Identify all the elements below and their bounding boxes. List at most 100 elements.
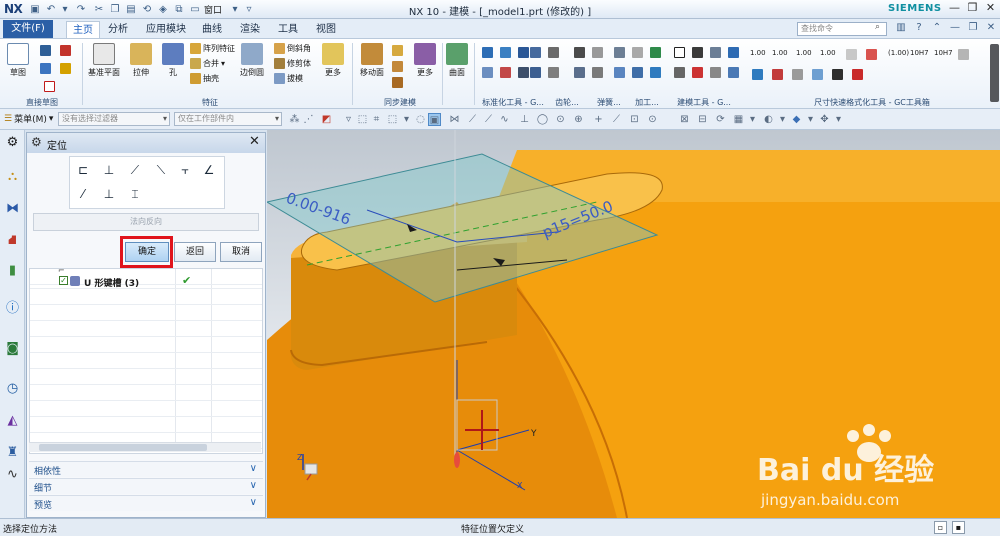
gear-tool-icon-2[interactable]: [548, 47, 559, 58]
section-preview[interactable]: 预览 ∨: [29, 495, 263, 511]
render-style-icon[interactable]: ▣: [428, 113, 441, 126]
type-filter-dropdown[interactable]: 没有选择过滤器: [58, 112, 170, 126]
datum-plane-button[interactable]: 基准平面: [88, 43, 120, 78]
view-orient-dropdown-icon[interactable]: ▾: [804, 113, 817, 126]
command-finder-input[interactable]: 查找命令: [797, 22, 887, 36]
perpendicular-dim-icon[interactable]: ⟍: [152, 161, 170, 179]
snap-existing-point-icon[interactable]: +: [592, 113, 605, 126]
zoom-icon[interactable]: ⊟: [696, 113, 709, 126]
model-tool-icon-4[interactable]: [728, 47, 739, 58]
snap-icon-2[interactable]: ⋰: [302, 113, 315, 126]
select-edge-icon[interactable]: ▾: [400, 113, 413, 126]
copy-icon[interactable]: ❐: [108, 2, 122, 16]
machining-tool-icon-2[interactable]: [632, 47, 643, 58]
snap-icon-1[interactable]: ⁂: [288, 113, 301, 126]
feature-list[interactable]: ⌐ ✓ U 形键槽 (3) ✔: [29, 266, 263, 454]
view-orient-icon[interactable]: ◆: [790, 113, 803, 126]
more-sync-button[interactable]: 更多: [414, 43, 436, 78]
tol-label-7[interactable]: 10H7: [934, 49, 953, 57]
model-tool-icon-1[interactable]: [674, 47, 685, 58]
point-on-line-icon[interactable]: ⊥: [100, 185, 118, 203]
tol-label-5[interactable]: (1.00): [888, 49, 909, 57]
scrollbar-thumb[interactable]: [39, 444, 207, 451]
dim-tool-icon-2[interactable]: [866, 49, 877, 60]
model-tool-icon-6[interactable]: [692, 67, 703, 78]
select-feature-icon[interactable]: ◩: [320, 113, 333, 126]
extrude-button[interactable]: 拉伸: [130, 43, 152, 78]
sketch-rect-icon[interactable]: [44, 81, 55, 92]
draft-button[interactable]: 拔模: [274, 73, 303, 84]
surface-button[interactable]: 曲面: [446, 43, 468, 78]
gear-icon[interactable]: ⚙: [31, 135, 42, 149]
touch-mode-icon[interactable]: ◈: [156, 2, 170, 16]
checkbox-icon[interactable]: ✓: [59, 276, 68, 285]
snap-midpoint-icon[interactable]: ⟋: [482, 113, 495, 126]
tab-applications[interactable]: 应用模块: [140, 21, 192, 38]
std-part-icon-5[interactable]: [500, 67, 511, 78]
constraint-navigator-icon[interactable]: ⧓: [4, 200, 21, 217]
machining-tool-icon-5[interactable]: [632, 67, 643, 78]
horizontal-scrollbar[interactable]: [29, 442, 261, 452]
gear-tool-icon-1[interactable]: [530, 47, 541, 58]
doc-minimize-icon[interactable]: —: [948, 22, 962, 36]
snap-on-curve-icon[interactable]: ⟋: [610, 113, 623, 126]
reuse-library-icon[interactable]: ▮: [4, 262, 21, 279]
curve-icon[interactable]: ∿: [4, 466, 21, 483]
machining-tool-icon-1[interactable]: [614, 47, 625, 58]
window-icon[interactable]: ▭: [188, 2, 202, 16]
show-hide-icon[interactable]: ◌: [414, 113, 427, 126]
reverse-direction-button[interactable]: 法向反向: [33, 213, 259, 231]
view-triad-cube[interactable]: [304, 463, 318, 475]
trim-body-button[interactable]: 修剪体: [274, 58, 311, 69]
spring-tool-icon-3[interactable]: [574, 67, 585, 78]
edge-blend-button[interactable]: 边倒圆: [240, 43, 264, 78]
sketch-profile-icon[interactable]: [40, 63, 51, 74]
model-canvas[interactable]: 0.00-916 p15=50.0 Y Z X Bai du 经验 jingya…: [267, 130, 1000, 518]
full-screen-icon[interactable]: ▫: [934, 521, 947, 534]
std-part-icon-3[interactable]: [518, 47, 529, 58]
undo-icon[interactable]: ↶: [44, 2, 58, 16]
gear-tool-icon-3[interactable]: [530, 67, 541, 78]
search-icon[interactable]: ⌕: [875, 22, 880, 32]
model-tool-icon-5[interactable]: [674, 67, 685, 78]
web-browser-icon[interactable]: ⓘ: [4, 300, 21, 317]
model-tool-icon-3[interactable]: [710, 47, 721, 58]
move-face-button[interactable]: 移动面: [360, 43, 384, 78]
tab-curve[interactable]: 曲线: [196, 21, 228, 38]
dashboard-icon[interactable]: ▥: [894, 22, 908, 36]
cancel-button[interactable]: 取消: [220, 242, 262, 262]
layer-icon[interactable]: ▦: [732, 113, 745, 126]
point-on-point-icon[interactable]: ⁄: [74, 185, 92, 203]
role-icon[interactable]: ♜: [4, 444, 21, 461]
view-triad-dropdown-icon[interactable]: ▾: [832, 113, 845, 126]
redo-icon[interactable]: ↷: [74, 2, 88, 16]
hole-button[interactable]: 孔: [162, 43, 184, 78]
list-item[interactable]: [30, 369, 262, 385]
dim-tool-icon-6[interactable]: [792, 69, 803, 80]
dim-tool-icon-3[interactable]: [958, 49, 969, 60]
doc-restore-icon[interactable]: ❐: [966, 22, 980, 36]
list-item[interactable]: [30, 289, 262, 305]
restore-button[interactable]: ❐: [964, 1, 981, 17]
rotate-view-icon[interactable]: ⟳: [714, 113, 727, 126]
gear-tool-icon-4[interactable]: [548, 67, 559, 78]
history-icon[interactable]: ◙: [4, 340, 21, 357]
dim-tool-icon-5[interactable]: [772, 69, 783, 80]
dim-tool-icon-8[interactable]: [832, 69, 843, 80]
tol-label-3[interactable]: 1.00: [796, 49, 812, 57]
list-item[interactable]: [30, 321, 262, 337]
std-part-icon-1[interactable]: [482, 47, 493, 58]
snap-intersection-icon[interactable]: ⊥: [518, 113, 531, 126]
menu-button[interactable]: ☰ 菜单(M) ▾: [4, 112, 53, 126]
list-item[interactable]: [30, 337, 262, 353]
offset-face-icon[interactable]: [392, 45, 403, 56]
selection-scope-dropdown[interactable]: 仅在工作部件内: [174, 112, 282, 126]
help-icon[interactable]: ?: [912, 22, 926, 36]
select-body-icon[interactable]: ⬚: [386, 113, 399, 126]
ribbon-scroll-handle[interactable]: [990, 44, 999, 102]
tol-label-4[interactable]: 1.00: [820, 49, 836, 57]
sketch-arc-icon[interactable]: [60, 45, 71, 56]
std-part-icon-4[interactable]: [482, 67, 493, 78]
snap-arc-center-icon[interactable]: ◯: [536, 113, 549, 126]
list-item[interactable]: [30, 353, 262, 369]
